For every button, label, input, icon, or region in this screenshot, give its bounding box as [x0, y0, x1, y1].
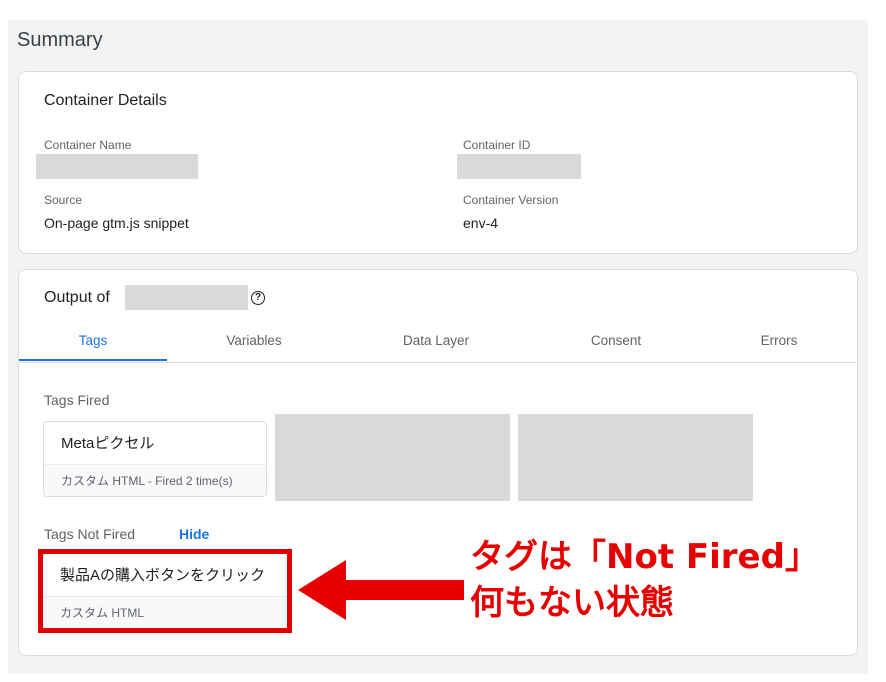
tab-consent[interactable]: Consent [531, 326, 701, 362]
container-version-value: env-4 [463, 215, 499, 231]
tab-variables[interactable]: Variables [167, 326, 341, 362]
tag-card-redacted [518, 414, 753, 501]
output-target-redacted [125, 285, 248, 310]
source-value: On-page gtm.js snippet [44, 215, 189, 231]
tags-not-fired-label: Tags Not Fired [44, 526, 136, 542]
summary-title: Summary [17, 29, 103, 51]
container-details-title: Container Details [44, 92, 167, 109]
tag-name: Metaピクセル [61, 435, 155, 452]
output-tabs: Tags Variables Data Layer Consent Errors [19, 326, 857, 363]
container-details-card: Container Details Container Name Contain… [18, 71, 858, 254]
container-id-label: Container ID [463, 138, 531, 152]
tag-detail: カスタム HTML - Fired 2 time(s) [44, 464, 266, 496]
active-tab-indicator [19, 359, 167, 361]
annotation-line-1: タグは「Not Fired」 [470, 537, 819, 577]
tab-data-layer[interactable]: Data Layer [341, 326, 531, 362]
container-id-redacted [457, 154, 581, 179]
hide-link[interactable]: Hide [179, 526, 209, 542]
container-name-label: Container Name [44, 138, 132, 152]
highlight-box [38, 549, 292, 633]
annotation-text: タグは「Not Fired」 何もない状態 [470, 534, 819, 626]
help-icon[interactable]: ? [251, 291, 265, 305]
container-version-label: Container Version [463, 193, 559, 207]
container-name-redacted [36, 154, 198, 179]
annotation-arrow-icon [298, 560, 464, 620]
tag-card-fired[interactable]: Metaピクセル カスタム HTML - Fired 2 time(s) [43, 421, 267, 497]
tag-card-redacted [275, 414, 510, 501]
tags-fired-label: Tags Fired [44, 392, 110, 408]
annotation-line-2: 何もない状態 [470, 583, 674, 623]
source-label: Source [44, 193, 83, 207]
tab-errors[interactable]: Errors [701, 326, 857, 362]
output-title: Output of [44, 289, 110, 306]
tab-tags[interactable]: Tags [19, 326, 167, 362]
